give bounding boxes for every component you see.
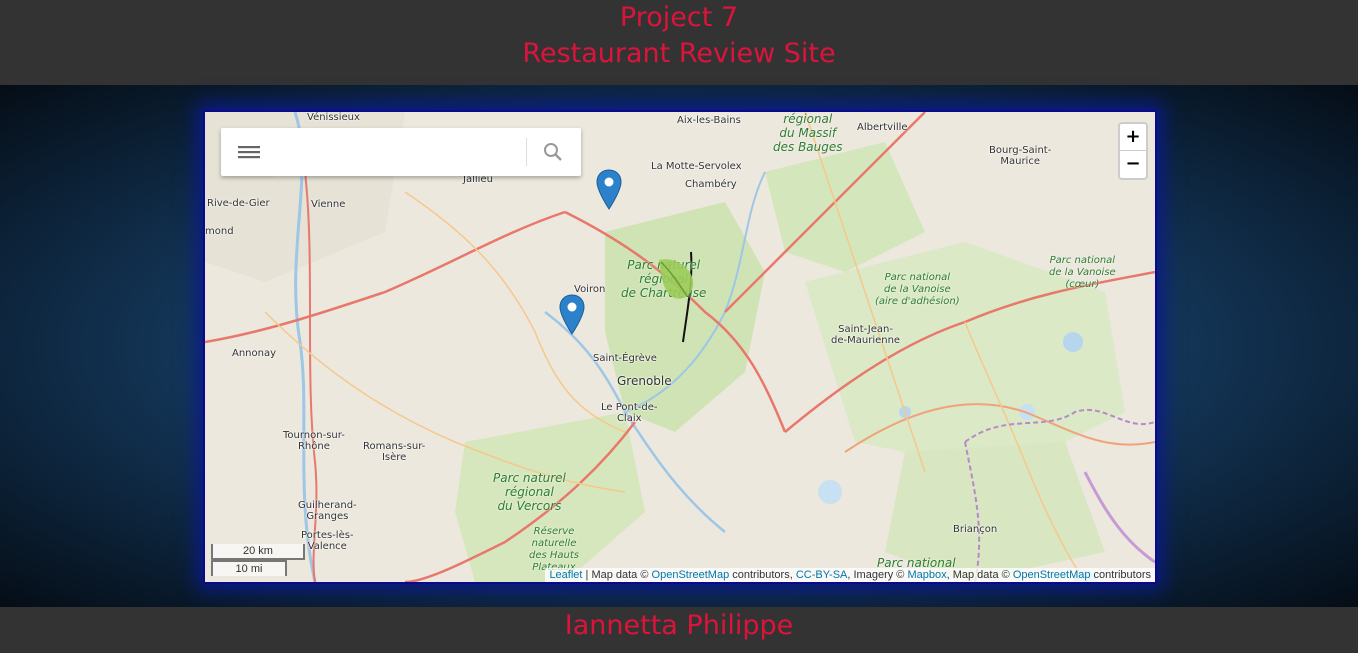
osm-link[interactable]: OpenStreetMap: [652, 569, 730, 581]
attribution-text: | Map data ©: [582, 569, 652, 581]
scale-mi: 10 mi: [211, 560, 287, 576]
attribution-text: contributors,: [729, 569, 796, 581]
map-container[interactable]: Vénissieux Aix-les-Bains Albertville Jal…: [203, 110, 1157, 584]
site-footer: Iannetta Philippe: [0, 607, 1358, 653]
zoom-in-button[interactable]: +: [1120, 124, 1146, 151]
place-label: Chambéry: [685, 179, 737, 190]
attribution-text: , Map data ©: [946, 569, 1013, 581]
zoom-out-button[interactable]: −: [1120, 151, 1146, 177]
search-divider: [526, 138, 527, 166]
project-title: Project 7: [619, 2, 739, 33]
osm-link-2[interactable]: OpenStreetMap: [1013, 569, 1091, 581]
place-label: Albertville: [857, 122, 908, 133]
park-label: Parc naturel régional du Vercors: [493, 471, 566, 513]
attribution-text: contributors: [1090, 569, 1151, 581]
place-label: Grenoble: [617, 374, 672, 388]
restaurant-marker-2[interactable]: [559, 294, 585, 336]
place-label: Briançon: [953, 524, 998, 535]
place-label: La Motte-Servolex: [651, 161, 742, 172]
author-name: Iannetta Philippe: [564, 610, 794, 641]
place-label: Guilherand- Granges: [298, 500, 357, 522]
search-icon[interactable]: [539, 140, 567, 164]
mapbox-link[interactable]: Mapbox: [907, 569, 946, 581]
place-label: Vénissieux: [307, 112, 360, 123]
place-label: Rive-de-Gier: [207, 198, 270, 209]
place-label: Bourg-Saint- Maurice: [989, 145, 1052, 167]
place-label: Aix-les-Bains: [677, 115, 741, 126]
place-label: Saint-Jean- de-Maurienne: [831, 324, 901, 346]
park-label: Réserve naturelle des Hauts Plateaux: [529, 526, 580, 573]
place-label: Saint-Égrève: [593, 353, 657, 364]
ccbysa-link[interactable]: CC-BY-SA: [796, 569, 848, 581]
search-input[interactable]: [275, 138, 519, 168]
place-label: Le Pont-de- Claix: [601, 402, 658, 424]
scale-km: 20 km: [211, 544, 305, 560]
place-label: Annonay: [232, 348, 277, 359]
map-attribution: Leaflet | Map data © OpenStreetMap contr…: [545, 568, 1155, 582]
place-label: mond: [205, 226, 234, 237]
park-label: régional du Massif des Bauges: [773, 112, 843, 154]
attribution-text: , Imagery ©: [847, 569, 908, 581]
site-header: Project 7 Restaurant Review Site: [0, 0, 1358, 85]
menu-icon[interactable]: [235, 140, 263, 164]
park-label: Parc national de la Vanoise (cœur): [1049, 255, 1116, 290]
leaf-icon[interactable]: [657, 256, 697, 302]
leaflet-link[interactable]: Leaflet: [549, 569, 582, 581]
search-box: [221, 128, 581, 176]
place-label: Portes-lès- Valence: [301, 530, 354, 552]
zoom-control: + −: [1118, 122, 1148, 180]
place-label: Tournon-sur- Rhône: [283, 430, 345, 452]
park-label: Parc national de la Vanoise (aire d'adhé…: [875, 272, 960, 307]
place-label: Romans-sur- Isère: [363, 441, 426, 463]
restaurant-marker-1[interactable]: [596, 169, 622, 211]
place-label: Vienne: [311, 199, 346, 210]
scale-control: 20 km 10 mi: [211, 544, 305, 576]
project-subtitle: Restaurant Review Site: [522, 38, 836, 69]
